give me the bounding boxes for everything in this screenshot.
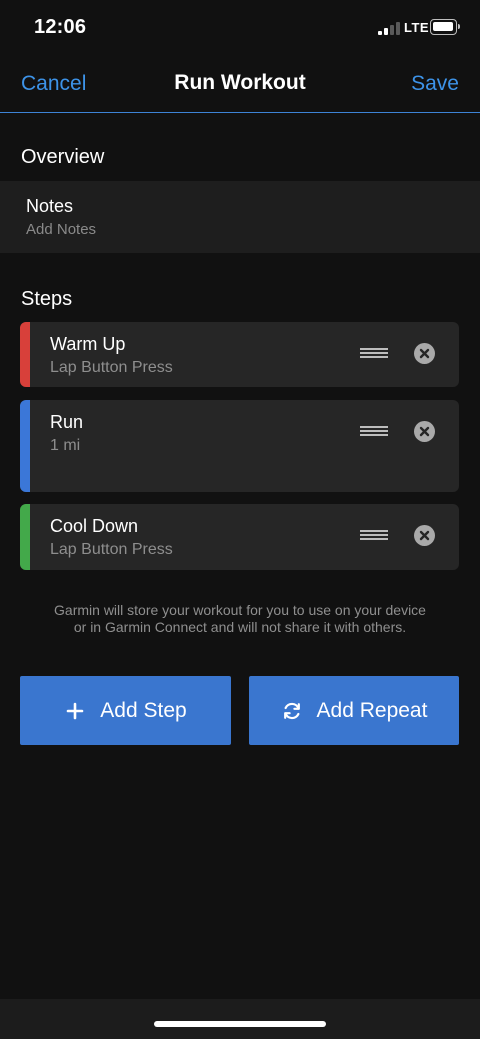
network-type: LTE [404, 20, 430, 35]
plus-icon [64, 700, 86, 722]
add-step-label: Add Step [100, 698, 187, 722]
step-title: Cool Down [50, 516, 139, 536]
step-card-cool-down[interactable]: Cool Down Lap Button Press [20, 504, 459, 570]
drag-handle-icon[interactable] [360, 348, 388, 358]
drag-handle-icon[interactable] [360, 530, 388, 540]
overview-header: Overview [21, 146, 105, 168]
status-time: 12:06 [34, 16, 87, 38]
page-title: Run Workout [174, 71, 306, 94]
cellular-signal-icon [378, 22, 400, 35]
refresh-icon [281, 700, 303, 722]
remove-step-button[interactable] [414, 421, 435, 442]
remove-step-button[interactable] [414, 343, 435, 364]
step-color-bar [20, 504, 30, 570]
step-subtitle: Lap Button Press [50, 541, 173, 558]
notes-placeholder: Add Notes [26, 221, 97, 238]
step-subtitle: Lap Button Press [50, 359, 173, 376]
workout-editor-screen: 12:06 LTE Cancel Run Workout Save Overvi… [0, 0, 480, 1039]
step-color-bar [20, 322, 30, 387]
step-color-bar [20, 400, 30, 492]
notes-label: Notes [26, 196, 74, 216]
notes-row[interactable]: Notes Add Notes [0, 181, 480, 253]
add-repeat-label: Add Repeat [316, 698, 428, 722]
status-bar: 12:06 LTE [0, 0, 480, 56]
home-indicator[interactable] [154, 1021, 326, 1027]
add-repeat-button[interactable]: Add Repeat [249, 676, 459, 745]
disclaimer-line-2: or in Garmin Connect and will not share … [73, 619, 407, 635]
remove-step-button[interactable] [414, 525, 435, 546]
close-icon [419, 530, 430, 541]
steps-header: Steps [21, 288, 73, 310]
privacy-disclaimer: Garmin will store your workout for you t… [0, 602, 480, 636]
battery-icon [430, 19, 460, 35]
step-subtitle: 1 mi [50, 437, 81, 454]
step-card-warm-up[interactable]: Warm Up Lap Button Press [20, 322, 459, 387]
home-indicator-area [0, 999, 480, 1039]
step-title: Warm Up [50, 334, 126, 354]
add-step-button[interactable]: Add Step [20, 676, 231, 745]
navigation-bar: Cancel Run Workout Save [0, 56, 480, 113]
step-title: Run [50, 412, 84, 432]
close-icon [419, 348, 430, 359]
save-button[interactable]: Save [411, 72, 459, 96]
close-icon [419, 426, 430, 437]
step-card-run[interactable]: Run 1 mi [20, 400, 459, 492]
drag-handle-icon[interactable] [360, 426, 388, 436]
disclaimer-line-1: Garmin will store your workout for you t… [54, 602, 426, 618]
